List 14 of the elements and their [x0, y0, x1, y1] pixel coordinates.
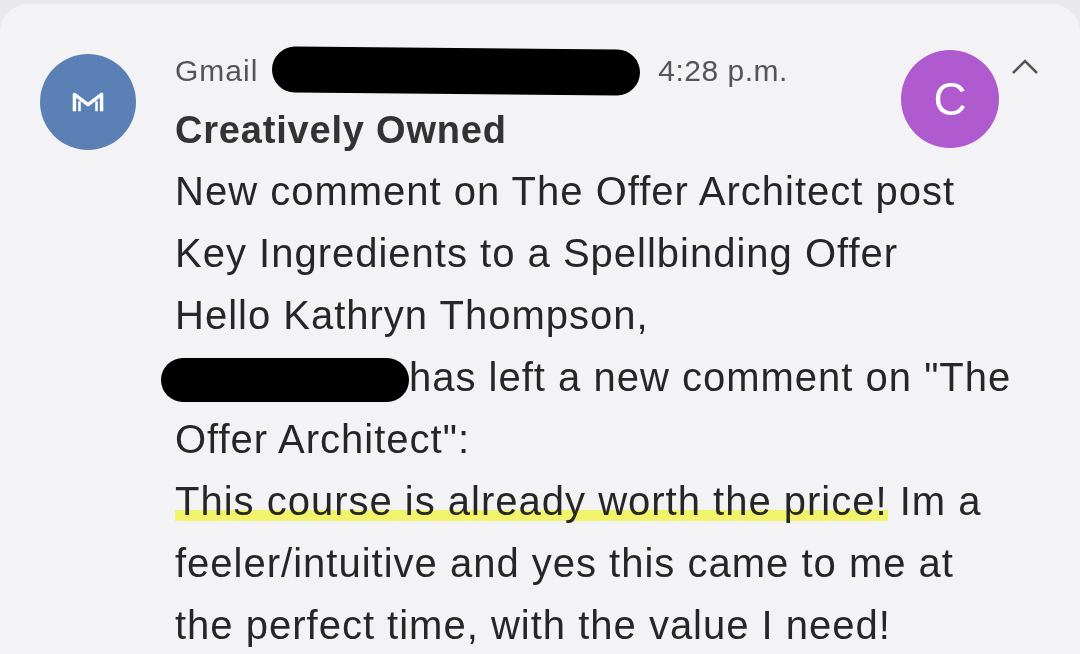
message-text: Hello Kathryn Thompson,: [175, 293, 649, 337]
message-text: feeler/intuitive and yes this came to me at: [175, 541, 954, 585]
message-text: Key Ingredients to a Spellbinding Offer: [175, 231, 899, 275]
collapse-button[interactable]: [1010, 58, 1040, 76]
sender-name: Creatively Owned: [175, 108, 508, 152]
message-text: Im a: [898, 479, 982, 523]
message-text: Offer Architect":: [175, 417, 470, 461]
message-text: New comment on The Offer Architect post: [175, 169, 956, 213]
notification-card[interactable]: [0, 4, 1080, 654]
notification-time: 4:28 p.m.: [658, 54, 788, 88]
message-text: has left a new comment on "The: [409, 355, 1012, 399]
sender-avatar: C: [901, 50, 999, 148]
message-text: the perfect time, with the value I need!: [175, 603, 891, 647]
app-name: Gmail: [175, 54, 259, 88]
